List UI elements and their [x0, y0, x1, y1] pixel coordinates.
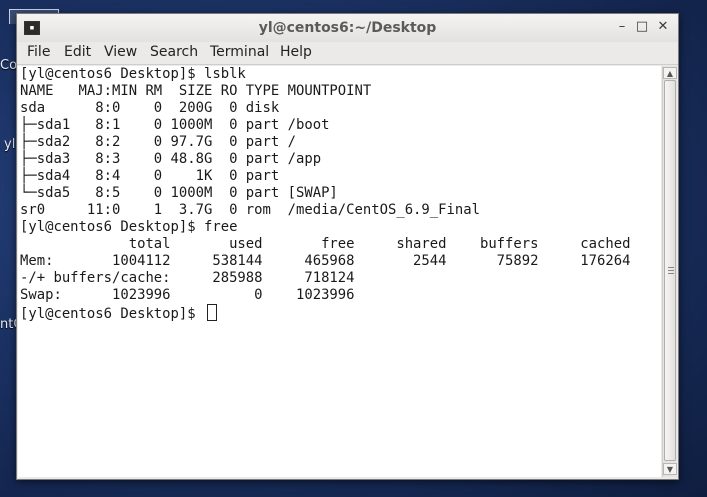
- terminal-line: total used free shared buffers cached: [20, 236, 631, 252]
- terminal-text: [yl@centos6 Desktop]$ lsblk NAME MAJ:MIN …: [20, 66, 631, 323]
- menu-file[interactable]: File: [27, 44, 50, 60]
- desktop-icon-label[interactable]: Co: [0, 58, 17, 73]
- terminal-line: [yl@centos6 Desktop]$ lsblk: [20, 66, 246, 82]
- menu-terminal[interactable]: Terminal: [210, 44, 269, 60]
- prompt-line: [yl@centos6 Desktop]$: [20, 304, 631, 323]
- terminal-line: NAME MAJ:MIN RM SIZE RO TYPE MOUNTPOINT: [20, 83, 372, 99]
- scroll-thumb[interactable]: [664, 80, 676, 461]
- terminal-line: ├─sda3 8:3 0 48.8G 0 part /app: [20, 151, 322, 167]
- title-bar[interactable]: yl@centos6:~/Desktop ▪ – □ ✕: [17, 14, 678, 42]
- terminal-icon[interactable]: ▪: [24, 21, 40, 35]
- terminal-line: ├─sda4 8:4 0 1K 0 part: [20, 168, 280, 184]
- menu-search[interactable]: Search: [150, 44, 198, 60]
- desktop-icon-label[interactable]: yl: [4, 137, 15, 152]
- minimize-button[interactable]: –: [614, 19, 630, 35]
- maximize-button[interactable]: □: [634, 19, 650, 35]
- menu-edit[interactable]: Edit: [64, 44, 91, 60]
- shell-prompt: [yl@centos6 Desktop]$: [20, 306, 204, 322]
- text-cursor[interactable]: [206, 304, 217, 321]
- close-button[interactable]: ✕: [655, 19, 671, 35]
- terminal-line: Swap: 1023996 0 1023996: [20, 287, 355, 303]
- terminal-line: [yl@centos6 Desktop]$ free: [20, 219, 238, 235]
- window-title: yl@centos6:~/Desktop: [258, 20, 437, 36]
- terminal-line: sda 8:0 0 200G 0 disk: [20, 100, 280, 116]
- terminal-line: ├─sda2 8:2 0 97.7G 0 part /: [20, 134, 296, 150]
- terminal-output[interactable]: [yl@centos6 Desktop]$ lsblk NAME MAJ:MIN …: [18, 66, 661, 477]
- terminal-line: -/+ buffers/cache: 285988 718124: [20, 270, 355, 286]
- terminal-line: └─sda5 8:5 0 1000M 0 part [SWAP]: [20, 185, 338, 201]
- scroll-down-arrow-icon[interactable]: ▼: [663, 463, 677, 475]
- terminal-line: Mem: 1004112 538144 465968 2544 75892 17…: [20, 253, 631, 269]
- scroll-up-arrow-icon[interactable]: ▲: [663, 67, 677, 79]
- terminal-line: ├─sda1 8:1 0 1000M 0 part /boot: [20, 117, 330, 133]
- menu-help[interactable]: Help: [280, 44, 312, 60]
- vertical-scrollbar[interactable]: ▲ ▼: [662, 66, 677, 477]
- terminal-window: yl@centos6:~/Desktop ▪ – □ ✕ File Edit V…: [16, 13, 679, 480]
- menu-view[interactable]: View: [104, 44, 137, 60]
- grip-icon: [668, 267, 674, 274]
- menu-bar: File Edit View Search Terminal Help: [17, 42, 678, 65]
- terminal-line: sr0 11:0 1 3.7G 0 rom /media/CentOS_6.9_…: [20, 202, 480, 218]
